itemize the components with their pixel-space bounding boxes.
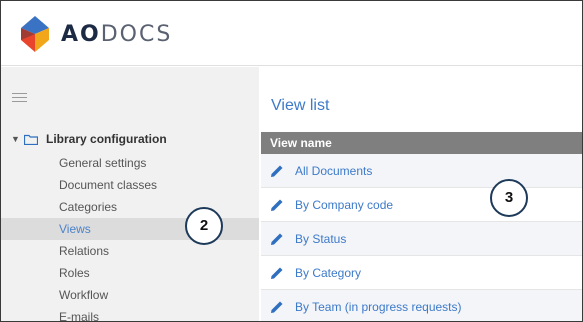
edit-pencil-icon[interactable] xyxy=(270,266,284,280)
table-row[interactable]: By Company code xyxy=(261,188,582,222)
table-row[interactable]: By Category xyxy=(261,256,582,290)
callout-badge-3: 3 xyxy=(490,179,528,217)
view-list: All Documents By Company code By Status … xyxy=(261,154,582,321)
folder-icon xyxy=(24,134,38,145)
edit-pencil-icon[interactable] xyxy=(270,198,284,212)
sidebar-item-categories[interactable]: Categories xyxy=(1,196,259,218)
table-row[interactable]: By Status xyxy=(261,222,582,256)
aodocs-logo[interactable]: AODOCS xyxy=(15,13,195,55)
caret-down-icon[interactable]: ▼ xyxy=(11,134,21,144)
column-header-view-name: View name xyxy=(261,132,582,154)
table-row[interactable]: By Team (in progress requests) xyxy=(261,290,582,321)
library-configuration-label: Library configuration xyxy=(46,132,167,146)
table-row[interactable]: All Documents xyxy=(261,154,582,188)
brand-docs: DOCS xyxy=(100,21,173,47)
sidebar-item-e-mails[interactable]: E-mails xyxy=(1,306,259,321)
edit-pencil-icon[interactable] xyxy=(270,232,284,246)
sidebar-item-general-settings[interactable]: General settings xyxy=(1,152,259,174)
edit-pencil-icon[interactable] xyxy=(270,300,284,314)
aodocs-logo-icon xyxy=(21,16,49,52)
sidebar: ▼ Library configuration General settings… xyxy=(1,67,259,321)
sidebar-item-roles[interactable]: Roles xyxy=(1,262,259,284)
view-link[interactable]: By Team (in progress requests) xyxy=(295,300,462,314)
callout-badge-2: 2 xyxy=(185,207,223,245)
page-title: View list xyxy=(271,97,330,114)
sidebar-nav: General settings Document classes Catego… xyxy=(1,152,259,321)
sidebar-item-workflow[interactable]: Workflow xyxy=(1,284,259,306)
app-window: AODOCS ▼ Library configuration General s… xyxy=(0,0,583,322)
library-configuration-node[interactable]: ▼ Library configuration xyxy=(11,131,167,147)
brand-ao: AO xyxy=(61,21,101,47)
view-link[interactable]: By Company code xyxy=(295,198,393,212)
brand-wordmark: AODOCS xyxy=(61,22,172,47)
edit-pencil-icon[interactable] xyxy=(270,164,284,178)
view-link[interactable]: All Documents xyxy=(295,164,372,178)
sidebar-item-document-classes[interactable]: Document classes xyxy=(1,174,259,196)
main-panel: View list View name All Documents By Com… xyxy=(259,67,582,321)
view-link[interactable]: By Category xyxy=(295,266,361,280)
top-bar: AODOCS xyxy=(1,1,582,66)
view-link[interactable]: By Status xyxy=(295,232,346,246)
sidebar-item-relations[interactable]: Relations xyxy=(1,240,259,262)
menu-icon[interactable] xyxy=(12,93,27,103)
